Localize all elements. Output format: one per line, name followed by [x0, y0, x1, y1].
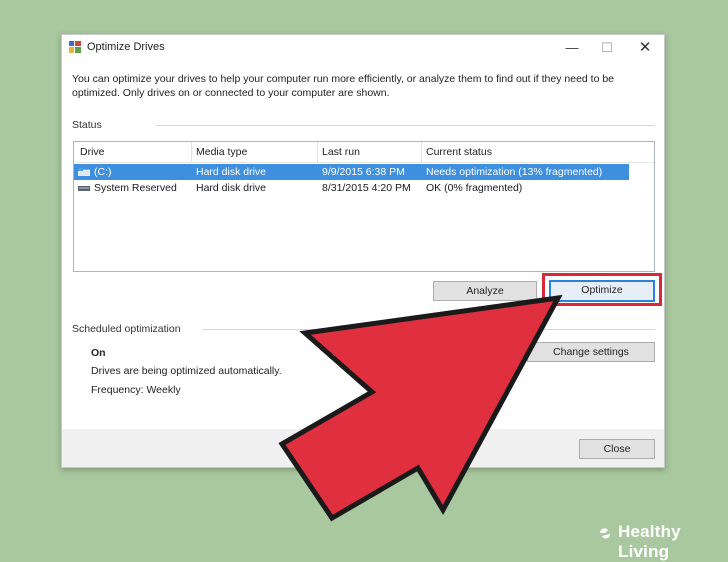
app-defrag-icon — [69, 41, 81, 53]
drive-row-c[interactable]: (C:) Hard disk drive 9/9/2015 6:38 PM Ne… — [74, 164, 629, 180]
dialog-footer: Close — [62, 429, 664, 467]
column-divider — [191, 142, 192, 162]
maximize-button[interactable]: ☐ — [595, 38, 619, 58]
drive-icon — [78, 186, 90, 191]
optimize-drives-dialog: Optimize Drives — ☐ ✕ You can optimize y… — [61, 34, 665, 468]
schedule-frequency: Frequency: Weekly — [91, 384, 181, 396]
drive-row-system-reserved[interactable]: System Reserved Hard disk drive 8/31/201… — [74, 180, 629, 196]
column-drive[interactable]: Drive — [80, 146, 105, 158]
scheduled-section-label: Scheduled optimization — [72, 323, 181, 335]
status-section-label: Status — [72, 119, 102, 131]
scheduled-separator — [202, 329, 655, 330]
media-type: Hard disk drive — [196, 166, 267, 178]
last-run: 9/9/2015 6:38 PM — [322, 166, 405, 178]
column-divider — [317, 142, 318, 162]
schedule-detail: Drives are being optimized automatically… — [91, 365, 282, 377]
column-divider — [421, 142, 422, 162]
current-status: Needs optimization (13% fragmented) — [426, 166, 603, 178]
list-header: Drive Media type Last run Current status — [74, 142, 654, 163]
status-separator — [156, 125, 655, 126]
drive-name: (C:) — [94, 166, 112, 178]
drives-list[interactable]: Drive Media type Last run Current status… — [73, 141, 655, 272]
healthy-living-logo-icon — [600, 528, 610, 539]
media-type: Hard disk drive — [196, 182, 267, 194]
optimize-button[interactable]: Optimize — [549, 280, 655, 302]
drive-name: System Reserved — [94, 182, 177, 194]
column-current-status[interactable]: Current status — [426, 146, 492, 158]
schedule-state: On — [91, 347, 106, 359]
healthy-living-watermark: Healthy Living — [596, 522, 726, 561]
description-text: You can optimize your drives to help you… — [72, 73, 615, 99]
column-last-run[interactable]: Last run — [322, 146, 360, 158]
column-media-type[interactable]: Media type — [196, 146, 247, 158]
analyze-button[interactable]: Analyze — [433, 281, 537, 301]
title-bar: Optimize Drives — ☐ ✕ — [62, 35, 664, 61]
minimize-button[interactable]: — — [560, 38, 584, 58]
close-window-button[interactable]: ✕ — [633, 38, 657, 58]
last-run: 8/31/2015 4:20 PM — [322, 182, 411, 194]
drive-icon — [78, 168, 90, 176]
change-settings-button[interactable]: Change settings — [527, 342, 655, 362]
window-title: Optimize Drives — [87, 41, 165, 53]
watermark-text: Healthy Living — [618, 522, 681, 561]
current-status: OK (0% fragmented) — [426, 182, 523, 194]
close-button[interactable]: Close — [579, 439, 655, 459]
